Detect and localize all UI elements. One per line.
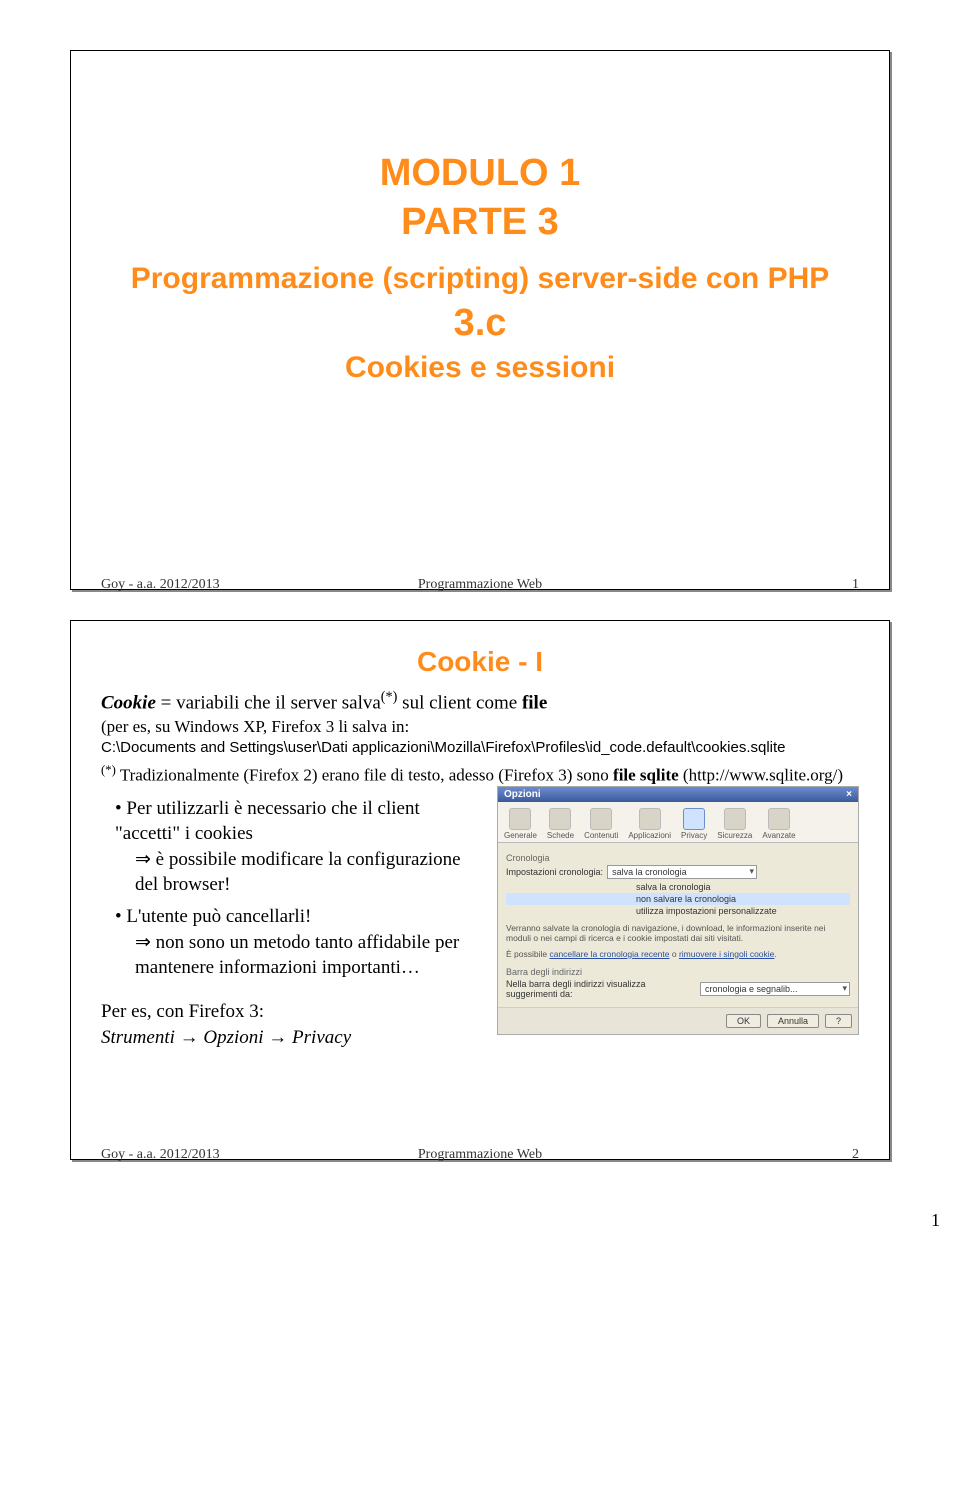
link-clear-history[interactable]: cancellare la cronologia recente bbox=[549, 949, 669, 959]
footer-right: 2 bbox=[852, 1147, 859, 1163]
footer-center: Programmazione Web bbox=[101, 577, 859, 593]
tab-generale[interactable]: Generale bbox=[504, 808, 537, 840]
cancel-button[interactable]: Annulla bbox=[767, 1014, 819, 1028]
options-dialog: Opzioni × Generale Schede Contenuti Appl… bbox=[497, 786, 859, 1036]
opt-non-salvare[interactable]: non salvare la cronologia bbox=[506, 893, 850, 905]
tab-applicazioni[interactable]: Applicazioni bbox=[628, 808, 671, 840]
path-intro: (per es, su Windows XP, Firefox 3 li sal… bbox=[101, 716, 859, 739]
slide1-subtitle1: Programmazione (scripting) server-side c… bbox=[101, 262, 859, 296]
para1-sup: (*) bbox=[381, 689, 398, 705]
addressbar-select[interactable]: cronologia e segnalib... bbox=[700, 982, 850, 996]
tab-contenuti[interactable]: Contenuti bbox=[584, 808, 618, 840]
tab-schede[interactable]: Schede bbox=[547, 808, 574, 840]
group-barra: Barra degli indirizzi bbox=[506, 967, 850, 977]
tab-privacy[interactable]: Privacy bbox=[681, 808, 707, 840]
addressbar-label: Nella barra degli indirizzi visualizza s… bbox=[506, 979, 696, 999]
page-number: 1 bbox=[0, 1210, 960, 1251]
group-cronologia: Cronologia bbox=[506, 853, 850, 863]
tab-sicurezza[interactable]: Sicurezza bbox=[717, 808, 752, 840]
slide-1: MODULO 1 PARTE 3 Programmazione (scripti… bbox=[70, 50, 890, 590]
slide2-heading: Cookie - I bbox=[101, 646, 859, 678]
dialog-buttons: OK Annulla ? bbox=[498, 1007, 858, 1034]
ok-button[interactable]: OK bbox=[726, 1014, 761, 1028]
opt-personalizzate[interactable]: utilizza impostazioni personalizzate bbox=[506, 905, 850, 917]
dialog-tabs: Generale Schede Contenuti Applicazioni P… bbox=[498, 802, 858, 843]
dialog-body: Cronologia Impostazioni cronologia: salv… bbox=[498, 843, 858, 1008]
slide2-para1: Cookie = variabili che il server salva(*… bbox=[101, 688, 859, 716]
note-bold: file sqlite bbox=[613, 766, 679, 785]
slide1-title2: PARTE 3 bbox=[101, 201, 859, 244]
help-button[interactable]: ? bbox=[825, 1014, 852, 1028]
history-label: Impostazioni cronologia: bbox=[506, 867, 603, 877]
note-a: Tradizionalmente (Firefox 2) erano file … bbox=[116, 766, 613, 785]
footer-center: Programmazione Web bbox=[101, 1147, 859, 1163]
opt-salva[interactable]: salva la cronologia bbox=[506, 881, 850, 893]
dialog-title-text: Opzioni bbox=[504, 789, 541, 800]
para1-pre: Cookie bbox=[101, 692, 156, 713]
para1-mid: = variabili che il server salva bbox=[156, 692, 381, 713]
history-select[interactable]: salva la cronologia bbox=[607, 865, 757, 879]
dialog-titlebar: Opzioni × bbox=[498, 787, 858, 802]
tab-avanzate[interactable]: Avanzate bbox=[762, 808, 795, 840]
dialog-info2: È possibile cancellare la cronologia rec… bbox=[506, 949, 850, 959]
footer-right: 1 bbox=[852, 577, 859, 593]
slide1-title1: MODULO 1 bbox=[101, 152, 859, 195]
path-line: C:\Documents and Settings\user\Dati appl… bbox=[101, 739, 859, 756]
dialog-info1: Verranno salvate la cronologia di naviga… bbox=[506, 923, 850, 943]
note-b: (http://www.sqlite.org/) bbox=[679, 766, 843, 785]
close-icon[interactable]: × bbox=[846, 789, 852, 800]
slide-2: Cookie - I Cookie = variabili che il ser… bbox=[70, 620, 890, 1160]
slide1-subtitle3: Cookies e sessioni bbox=[101, 351, 859, 385]
note-sup: (*) bbox=[101, 763, 116, 777]
link-remove-cookies[interactable]: rimuovere i singoli cookie bbox=[679, 949, 774, 959]
para1-bold: file bbox=[522, 692, 547, 713]
slide1-subtitle2: 3.c bbox=[101, 302, 859, 345]
para1-post: sul client come bbox=[397, 692, 522, 713]
slide2-note: (*) Tradizionalmente (Firefox 2) erano f… bbox=[101, 762, 859, 788]
